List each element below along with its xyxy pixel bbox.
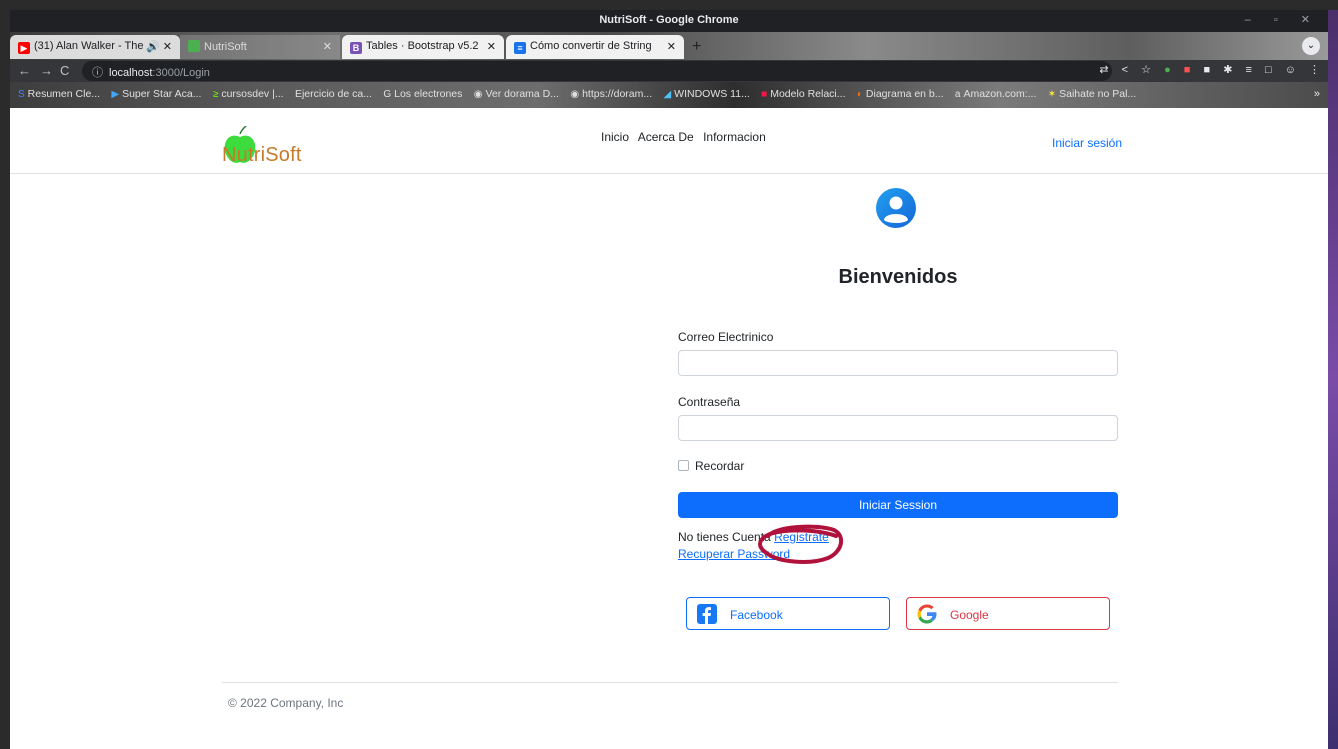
reading-list-icon[interactable]: ≡ [1246, 64, 1252, 76]
facebook-label: Facebook [730, 608, 783, 622]
nav-link-acerca[interactable]: Acerca De [638, 130, 694, 144]
docs-icon: ≡ [514, 42, 526, 54]
bookmark-item[interactable]: ■ Modelo Relaci... [761, 88, 845, 100]
nav-link-inicio[interactable]: Inicio [601, 130, 629, 144]
bookmark-item[interactable]: ◢ WINDOWS 11... [663, 88, 749, 100]
extension-red-icon[interactable]: ■ [1184, 64, 1191, 76]
menu-kebab-icon[interactable]: ⋮ [1309, 63, 1320, 76]
bookmark-item[interactable]: ✶ Saihate no Pal... [1048, 88, 1136, 100]
share-icon[interactable]: < [1122, 64, 1128, 76]
extension-dark-icon[interactable]: ■ [1204, 64, 1211, 76]
login-link[interactable]: Iniciar sesión [1052, 136, 1122, 150]
window-title: NutriSoft - Google Chrome [599, 14, 739, 26]
nutrisoft-favicon [188, 40, 200, 52]
login-submit-button[interactable]: Iniciar Session [678, 492, 1118, 518]
footer-divider [222, 682, 1118, 683]
forward-arrow-icon[interactable]: → [40, 63, 53, 78]
tab-nutrisoft[interactable]: NutriSoft ✕ [180, 35, 340, 59]
google-label: Google [950, 608, 989, 622]
window-controls[interactable]: – ▫ ✕ [1245, 13, 1320, 26]
page-viewport: NutriSoft Inicio Acerca De Informacion I… [10, 108, 1328, 749]
facebook-login-button[interactable]: Facebook [686, 597, 890, 630]
extension-shield-icon[interactable]: ● [1164, 64, 1171, 76]
tab-label: NutriSoft [204, 41, 247, 53]
tab-docs[interactable]: ≡ Cómo convertir de String ✕ [506, 35, 684, 59]
facebook-icon [697, 604, 717, 624]
url-path: :3000/Login [152, 67, 210, 79]
user-avatar-icon [876, 188, 916, 228]
bookmark-item[interactable]: ◐ Diagrama en b... [857, 88, 944, 100]
bookmark-item[interactable]: ▶ Super Star Aca... [111, 88, 201, 100]
password-field[interactable] [678, 415, 1118, 441]
brand-logo[interactable]: NutriSoft [222, 126, 322, 166]
translate-icon[interactable]: ⇄ [1099, 63, 1108, 76]
bookmark-item[interactable]: ◉ Ver dorama D... [474, 88, 559, 100]
bootstrap-icon: B [350, 42, 362, 54]
extensions-area: ⇄ < ☆ ● ■ ■ ✱ ≡ □ ☺ ⋮ [1089, 63, 1320, 76]
profile-avatar-icon[interactable]: ☺ [1285, 64, 1296, 76]
brand-name: NutriSoft [222, 144, 302, 166]
close-tab-icon[interactable]: 🔊 ✕ [146, 40, 172, 53]
nav-links: Inicio Acerca De Informacion [601, 130, 772, 144]
puzzle-icon[interactable]: ✱ [1223, 63, 1232, 76]
url-host: localhost [109, 67, 153, 79]
footer-copyright: © 2022 Company, Inc [228, 696, 344, 710]
email-label: Correo Electrinico [678, 330, 774, 344]
welcome-heading: Bienvenidos [838, 266, 958, 288]
site-navbar: NutriSoft Inicio Acerca De Informacion I… [10, 108, 1328, 174]
bookmark-item[interactable]: Ejercicio de ca... [295, 88, 372, 100]
tab-youtube[interactable]: ▶ (31) Alan Walker - The 🔊 ✕ [10, 35, 180, 59]
youtube-icon: ▶ [18, 42, 30, 54]
email-field[interactable] [678, 350, 1118, 376]
side-panel-icon[interactable]: □ [1265, 64, 1272, 76]
tab-bootstrap[interactable]: B Tables · Bootstrap v5.2 ✕ [342, 35, 504, 59]
close-tab-icon[interactable]: ✕ [323, 40, 332, 53]
address-bar[interactable]: ⓘ localhost:3000/Login [82, 61, 1112, 81]
browser-toolbar: ← → C ⓘ localhost:3000/Login ⇄ < ☆ ● ■ ■ … [10, 60, 1328, 82]
bookmarks-overflow-icon[interactable]: » [1314, 88, 1320, 100]
remember-row: Recordar [678, 459, 744, 473]
tab-label: (31) Alan Walker - The [34, 40, 144, 52]
tab-label: Tables · Bootstrap v5.2 [366, 40, 479, 52]
remember-label: Recordar [695, 459, 745, 473]
tab-label: Cómo convertir de String [530, 40, 652, 52]
bookmark-item[interactable]: ≥ cursosdev |... [213, 88, 284, 100]
back-arrow-icon[interactable]: ← [18, 63, 31, 78]
bookmark-item[interactable]: ◉ https://doram... [570, 88, 652, 100]
password-label: Contraseña [678, 395, 741, 409]
close-tab-icon[interactable]: ✕ [667, 40, 676, 53]
bookmarks-bar: S Resumen Cle... ▶ Super Star Aca... ≥ curs… [10, 82, 1328, 108]
bookmark-star-icon[interactable]: ☆ [1141, 63, 1151, 76]
tab-search-chevron-icon[interactable]: ⌄ [1302, 37, 1320, 55]
site-info-icon[interactable]: ⓘ [92, 67, 103, 79]
bookmark-item[interactable]: a Amazon.com:... [955, 88, 1037, 100]
reload-icon[interactable]: C [60, 63, 69, 78]
bookmark-item[interactable]: S Resumen Cle... [18, 88, 100, 100]
google-icon [917, 604, 937, 624]
tab-strip: ▶ (31) Alan Walker - The 🔊 ✕ NutriSoft ✕ … [10, 32, 1328, 60]
close-tab-icon[interactable]: ✕ [487, 40, 496, 53]
nav-link-informacion[interactable]: Informacion [703, 130, 766, 144]
new-tab-button[interactable]: + [692, 38, 701, 56]
window-titlebar: NutriSoft - Google Chrome – ▫ ✕ [10, 10, 1328, 32]
bookmark-item[interactable]: G Los electrones [383, 88, 462, 100]
google-login-button[interactable]: Google [906, 597, 1110, 630]
desktop-wallpaper-edge [1328, 10, 1338, 749]
red-scribble-annotation [758, 524, 844, 564]
remember-checkbox[interactable] [678, 460, 689, 471]
